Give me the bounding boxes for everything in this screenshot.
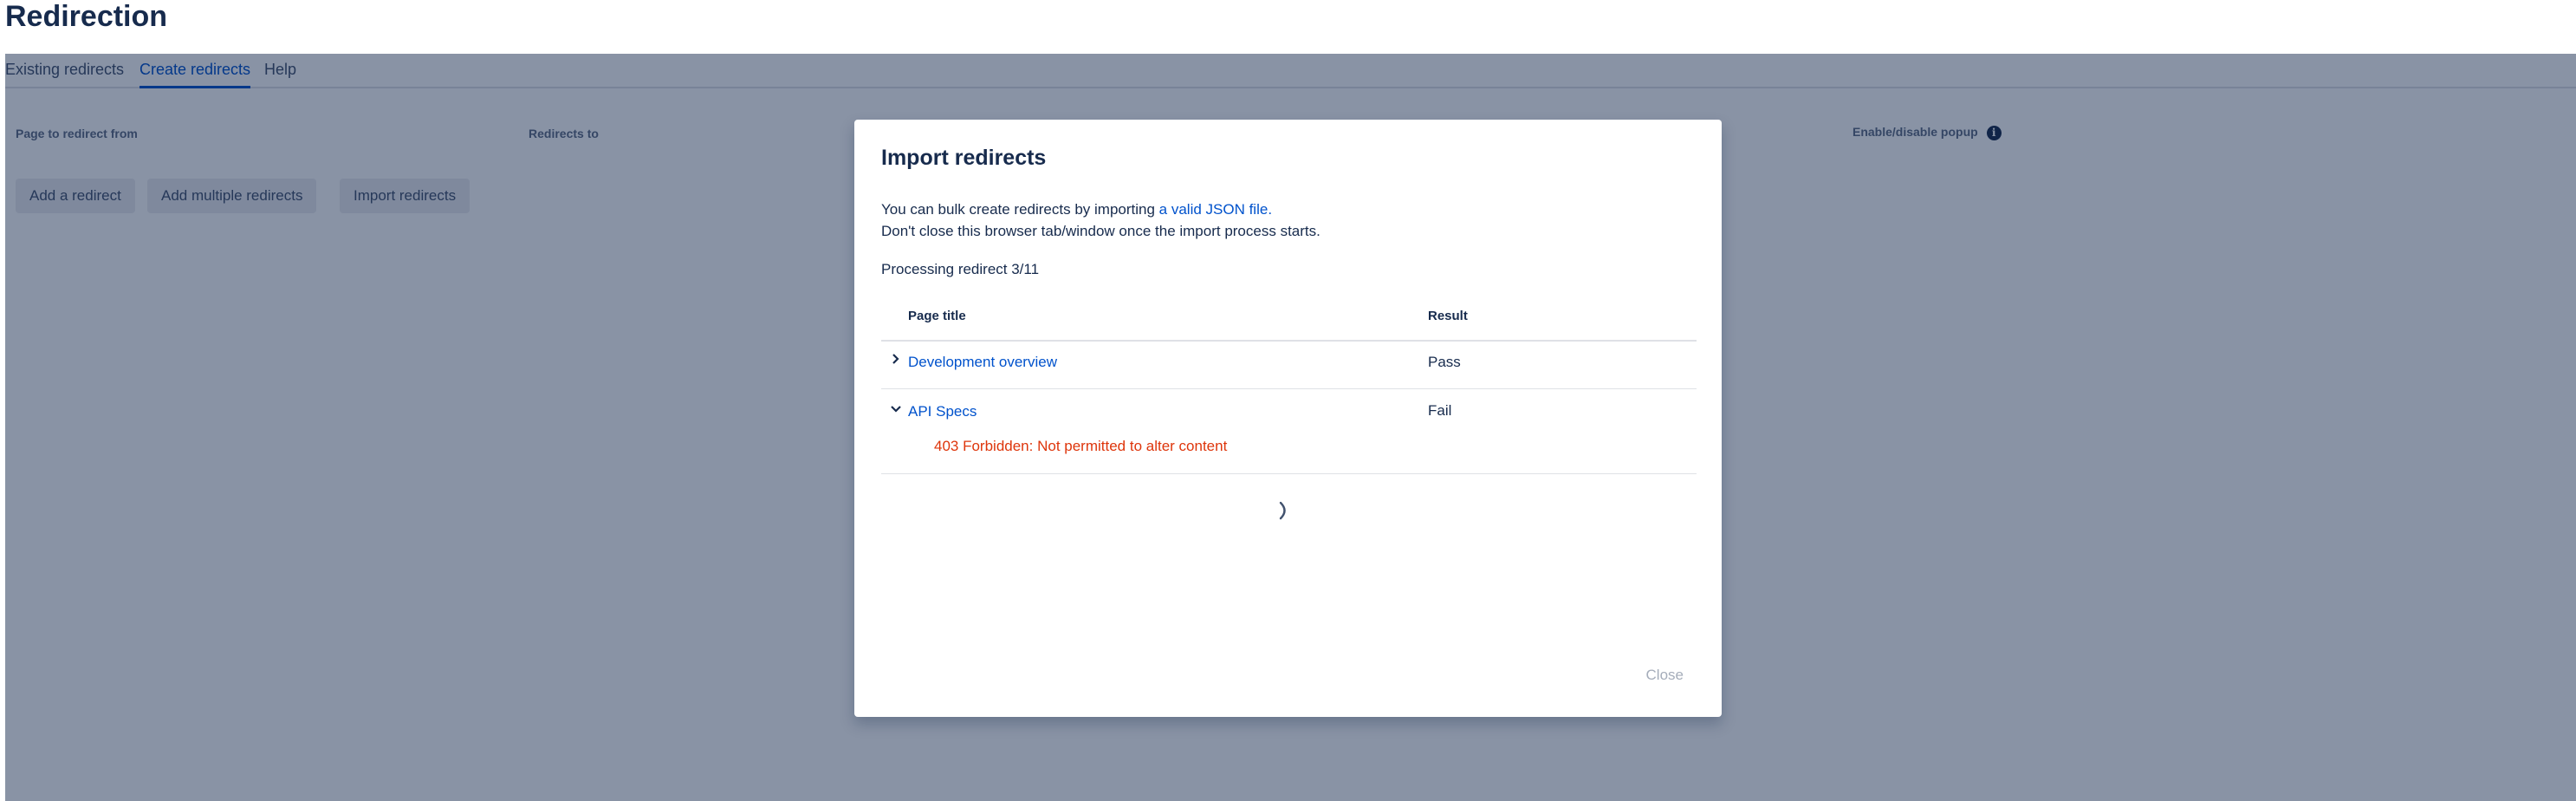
column-header-result: Result	[1428, 309, 1468, 323]
close-button[interactable]: Close	[1646, 667, 1684, 684]
result-row-status: Fail	[1428, 402, 1452, 419]
chevron-right-icon[interactable]	[890, 353, 902, 368]
import-redirects-dialog: Import redirects You can bulk create red…	[854, 120, 1722, 717]
result-row-title-development-overview[interactable]: Development overview	[908, 354, 1057, 371]
dialog-intro: You can bulk create redirects by importi…	[881, 201, 1272, 218]
row-divider	[881, 473, 1697, 474]
loading-spinner-icon	[1279, 501, 1286, 520]
dialog-warning: Don't close this browser tab/window once…	[881, 223, 1320, 239]
page-title: Redirection	[5, 0, 168, 33]
result-row-error-message: 403 Forbidden: Not permitted to alter co…	[934, 438, 1228, 454]
valid-json-file-link[interactable]: a valid JSON file.	[1159, 201, 1272, 218]
result-row-title-api-specs[interactable]: API Specs	[908, 403, 977, 420]
dialog-title: Import redirects	[881, 146, 1047, 170]
chevron-down-icon[interactable]	[890, 402, 902, 416]
row-divider	[881, 388, 1697, 389]
result-row-status: Pass	[1428, 354, 1461, 370]
column-header-page-title: Page title	[908, 309, 966, 323]
table-header-divider	[881, 340, 1697, 342]
dialog-intro-text: You can bulk create redirects by importi…	[881, 201, 1159, 218]
import-progress: Processing redirect 3/11	[881, 261, 1040, 277]
